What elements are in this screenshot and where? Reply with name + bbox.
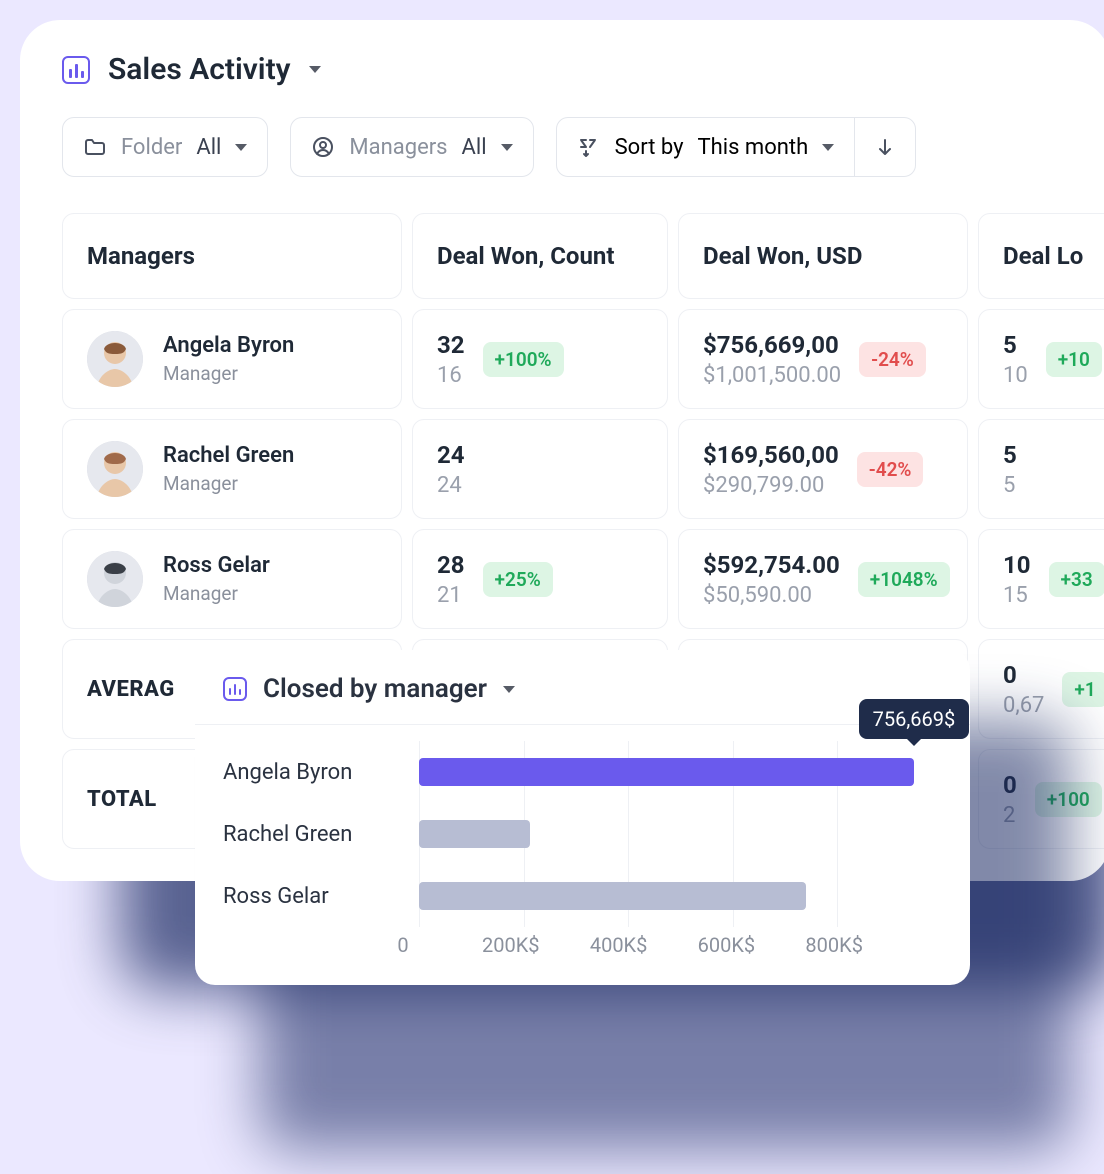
deal-won-count-cell: 2424 <box>412 419 668 519</box>
folder-icon <box>83 135 107 159</box>
folder-filter-value: All <box>196 135 221 160</box>
manager-cell[interactable]: Angela Byron Manager <box>62 309 402 409</box>
manager-role: Manager <box>163 582 270 605</box>
deal-won-count-cell: 2821 +25% <box>412 529 668 629</box>
closed-by-manager-popup: Closed by manager Angela Byron 756,669$ … <box>195 650 970 985</box>
delta-badge: +10 <box>1046 342 1102 377</box>
delta-badge: +1 <box>1062 672 1104 707</box>
sort-control: Sort by This month <box>556 117 917 177</box>
popup-header: Closed by manager <box>195 650 970 725</box>
chart-category-label: Angela Byron <box>223 760 403 785</box>
delta-badge: +1048% <box>858 562 950 597</box>
manager-name: Ross Gelar <box>163 553 270 578</box>
filter-row: Folder All Managers All Sort by <box>52 117 1104 177</box>
deal-lost-cell: 55 <box>978 419 1104 519</box>
column-header-managers: Managers <box>62 213 402 299</box>
chart-category-label: Ross Gelar <box>223 884 403 909</box>
manager-role: Manager <box>163 362 294 385</box>
managers-filter-label: Managers <box>349 135 447 160</box>
manager-name: Angela Byron <box>163 333 294 358</box>
chart-plot-area <box>419 865 942 927</box>
bar-chart-icon <box>223 677 247 701</box>
sort-dropdown[interactable]: Sort by This month <box>557 118 856 176</box>
managers-filter[interactable]: Managers All <box>290 117 533 177</box>
chart-x-axis: 0200K$400K$600K$800K$ <box>223 933 942 957</box>
deal-won-count-cell: 3216 +100% <box>412 309 668 409</box>
avatar <box>87 551 143 607</box>
manager-cell[interactable]: Ross Gelar Manager <box>62 529 402 629</box>
manager-cell[interactable]: Rachel Green Manager <box>62 419 402 519</box>
card-header: Sales Activity <box>52 52 1104 87</box>
user-icon <box>311 135 335 159</box>
column-header-deal-won-count: Deal Won, Count <box>412 213 668 299</box>
chart-row: Angela Byron 756,669$ <box>223 741 942 803</box>
column-header-deal-won-usd: Deal Won, USD <box>678 213 968 299</box>
chart-x-ticks: 0200K$400K$600K$800K$ <box>403 933 942 957</box>
delta-badge: +33 <box>1049 562 1104 597</box>
chart-body: Angela Byron 756,669$ Rachel Green Ross … <box>195 725 970 985</box>
chart-row: Rachel Green <box>223 803 942 865</box>
chevron-down-icon[interactable] <box>309 66 321 73</box>
deal-won-usd-cell: $592,754.00$50,590.00 +1048% <box>678 529 968 629</box>
deal-lost-cell: 510 +10 <box>978 309 1104 409</box>
chart-tooltip: 756,669$ <box>859 699 970 739</box>
manager-name: Rachel Green <box>163 443 294 468</box>
sort-value: This month <box>698 135 809 160</box>
sort-direction-button[interactable] <box>855 118 915 176</box>
delta-badge: -24% <box>859 342 926 377</box>
chart-plot-area: 756,669$ <box>419 741 942 803</box>
folder-filter[interactable]: Folder All <box>62 117 268 177</box>
column-header-deal-lost: Deal Lo <box>978 213 1104 299</box>
manager-role: Manager <box>163 472 294 495</box>
sort-label: Sort by <box>615 135 684 160</box>
chart-category-label: Rachel Green <box>223 822 403 847</box>
chart-bar[interactable] <box>419 758 914 786</box>
sort-az-icon <box>577 135 601 159</box>
chevron-down-icon <box>235 144 247 151</box>
popup-title: Closed by manager <box>263 674 487 704</box>
chart-bar[interactable] <box>419 820 530 848</box>
chevron-down-icon <box>822 144 834 151</box>
deal-lost-cell: 1015 +33 <box>978 529 1104 629</box>
chart-plot-area <box>419 803 942 865</box>
chevron-down-icon[interactable] <box>503 686 515 693</box>
deal-won-usd-cell: $756,669,00$1,001,500.00 -24% <box>678 309 968 409</box>
deal-won-usd-cell: $169,560,00$290,799.00 -42% <box>678 419 968 519</box>
avatar <box>87 441 143 497</box>
bar-chart-icon <box>62 56 90 84</box>
delta-badge: +25% <box>483 562 553 597</box>
managers-filter-value: All <box>462 135 487 160</box>
page-title: Sales Activity <box>108 52 291 87</box>
chart-bar[interactable] <box>419 882 806 910</box>
avatar <box>87 331 143 387</box>
arrow-down-icon <box>874 136 896 158</box>
delta-badge: +100% <box>483 342 564 377</box>
folder-filter-label: Folder <box>121 135 182 160</box>
chevron-down-icon <box>501 144 513 151</box>
delta-badge: -42% <box>857 452 924 487</box>
chart-row: Ross Gelar <box>223 865 942 927</box>
